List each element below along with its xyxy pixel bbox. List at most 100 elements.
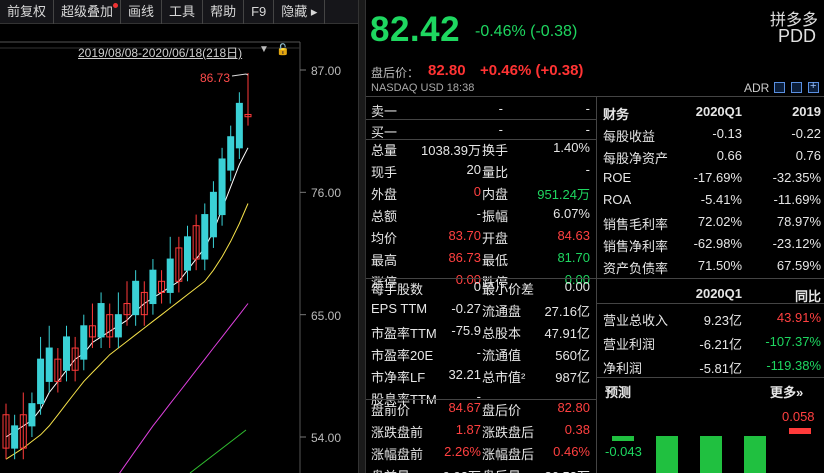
quote-cell: - (585, 122, 590, 137)
finance-cell: 0.76 (795, 148, 821, 163)
quote-label: 盘后价 (482, 403, 522, 418)
candle-body (149, 269, 157, 305)
finance-cell: -5.81亿 (699, 361, 742, 376)
ma60-line (189, 429, 247, 473)
finance-cell: -62.98% (693, 236, 742, 251)
forecast-value: 0.058 (782, 409, 815, 424)
finance-cell: 每股收益 (603, 129, 656, 144)
chevron-right-icon: » (796, 385, 804, 400)
toolbar-hide-label: 隐藏 (281, 4, 308, 19)
candle-body (11, 425, 19, 449)
quote-value: - (476, 345, 481, 360)
quote-value: 84.67 (448, 400, 481, 415)
quote-value: 1.87 (455, 422, 481, 437)
finance-cell: 67.59% (776, 258, 821, 273)
quote-label: 涨跌盘前 (371, 425, 424, 440)
finance-row: ROA -5.41% -11.69% (603, 189, 824, 211)
sell1-row[interactable]: 卖一 - - (371, 98, 593, 120)
quote-value: 0.00 (564, 279, 590, 294)
stats-row: 市盈率TTM -75.9 总股本 47.91亿 (371, 320, 593, 342)
toolbar-overlay-button[interactable]: 超级叠加 (54, 0, 122, 24)
finance-row: ROE -17.69% -32.35% (603, 167, 824, 189)
quote-label: 量比 (482, 165, 509, 180)
finance-cell: 72.02% (697, 214, 742, 229)
forecast-bar (700, 436, 722, 473)
candle-body (184, 236, 191, 271)
quote-value: 86.73 (448, 250, 481, 265)
note-icon[interactable] (791, 82, 802, 93)
candle-body (132, 280, 140, 316)
quote-value: 2.26% (444, 444, 481, 459)
quote-label: 最高 (371, 253, 398, 268)
dropdown-triangle-icon[interactable]: ▼ (259, 44, 269, 55)
quote-label: 开盘 (482, 231, 509, 246)
quote-value: 560亿 (555, 348, 590, 363)
candle-body (114, 314, 122, 338)
finance-cell: 2020Q1 (695, 104, 742, 119)
finance-cell: 0.66 (716, 148, 742, 163)
quote-label: EPS TTM (371, 301, 428, 316)
toolbar-hide-button[interactable]: 隐藏 ▸ (274, 0, 326, 24)
quote-value: - (585, 162, 590, 177)
income-row: 营业利润 -6.21亿 -107.37% (603, 331, 824, 353)
adr-label: ADR (744, 81, 770, 95)
forecast-bar (656, 436, 678, 473)
quote-label: 涨跌盘后 (482, 425, 535, 440)
kline-chart[interactable]: 2019/08/08-2020/06/18(218日) ▼ 🔓 86.73 87… (0, 24, 358, 473)
quote-value: 0 (473, 184, 481, 199)
toolbar-overlay-label: 超级叠加 (61, 4, 114, 19)
forecast-title: 预测 (605, 385, 632, 400)
candle-body (166, 258, 174, 293)
quote-row: 现手 20 量比 - (371, 159, 593, 181)
quote-value: 27.16亿 (544, 304, 590, 319)
toolbar-adjust-button[interactable]: 前复权 (0, 0, 55, 24)
more-link[interactable]: 更多» (770, 382, 803, 401)
add-icon[interactable]: + (808, 80, 819, 93)
quote-label: 总量 (371, 143, 398, 158)
quote-label: 盘后量 (482, 466, 521, 473)
toolbar-help-button[interactable]: 帮助 (203, 0, 245, 24)
quote-value: 1038.39万 (421, 143, 481, 158)
y-tick-label: 54.00 (311, 431, 342, 445)
quote-value: 32.21 (448, 367, 481, 382)
quote-value: 0 (473, 279, 481, 294)
current-price: 82.42 (370, 10, 461, 49)
high-price-label: 86.73 (200, 71, 231, 85)
finance-cell: -119.38% (766, 358, 821, 373)
divider (597, 303, 824, 304)
candle-body (45, 347, 53, 382)
finance-header: 财务 2020Q1 2019 (603, 101, 824, 123)
ma20-line (119, 303, 249, 473)
quote-value: 6.07% (553, 206, 590, 221)
quote-row: 均价 83.70 开盘 84.63 (371, 225, 593, 247)
lock-icon[interactable]: 🔓 (276, 43, 290, 56)
toolbar-draw-button[interactable]: 画线 (121, 0, 163, 24)
candle-body (80, 325, 88, 360)
after-hours-price: 82.80 (428, 62, 466, 79)
toolbar-f9-button[interactable]: F9 (244, 0, 275, 24)
finance-cell: 71.50% (697, 258, 742, 273)
quote-value: 0.38 (564, 422, 590, 437)
finance-cell: 9.23亿 (703, 313, 742, 328)
notification-dot-icon (113, 3, 119, 8)
quote-value: 0.46% (553, 444, 590, 459)
edit-icon[interactable] (774, 82, 785, 93)
quote-value: 47.91亿 (544, 326, 590, 341)
quote-row: 最高 86.73 最低 81.70 (371, 247, 593, 269)
quote-value: -0.27 (451, 301, 481, 316)
divider (597, 278, 824, 279)
finance-cell: 营业总收入 (603, 313, 669, 328)
chevron-right-icon: ▸ (310, 4, 318, 19)
finance-cell: 每股净资产 (603, 151, 669, 166)
finance-cell: 销售毛利率 (603, 217, 669, 232)
toolbar-tools-button[interactable]: 工具 (162, 0, 204, 24)
finance-row: 每股收益 -0.13 -0.22 (603, 123, 824, 145)
panel-divider[interactable] (358, 0, 366, 473)
candle-body (97, 303, 105, 338)
finance-cell: -0.13 (712, 126, 742, 141)
quote-cell: 卖一 (371, 104, 398, 119)
quote-row: 外盘 0 内盘 951.24万 (371, 181, 593, 203)
date-range-label[interactable]: 2019/08/08-2020/06/18(218日) (78, 44, 242, 61)
quote-cell: - (498, 122, 503, 137)
finance-cell: -17.69% (693, 170, 742, 185)
